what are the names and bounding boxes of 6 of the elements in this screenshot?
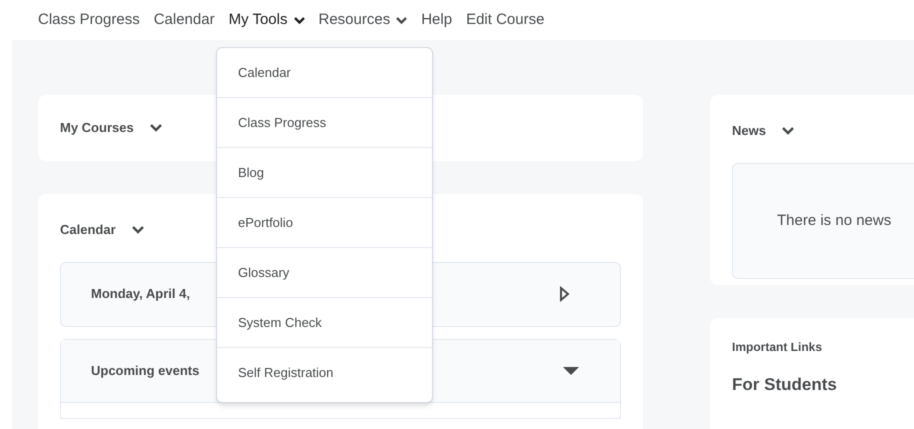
empty-message: There is no news (777, 210, 892, 231)
widget-title: My Courses (60, 119, 134, 138)
widget-title: Important Links (732, 338, 824, 356)
section-heading: For Students (732, 374, 838, 396)
widget-title: Calendar (60, 220, 116, 239)
widget-title: News (732, 122, 766, 140)
